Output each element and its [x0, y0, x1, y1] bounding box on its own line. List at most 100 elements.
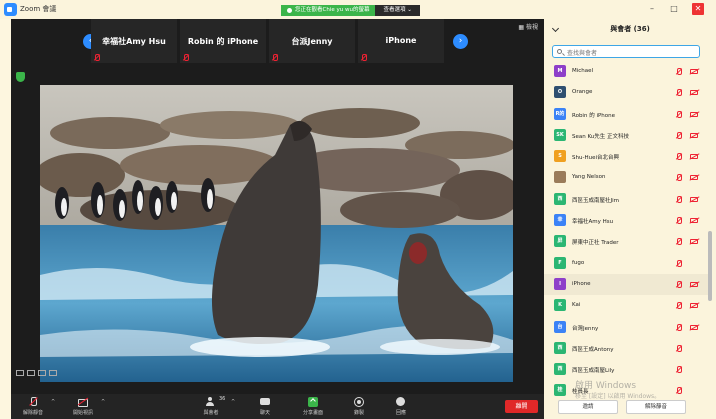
scroll-thumb[interactable]	[708, 231, 712, 301]
caret-up-icon[interactable]: ^	[51, 399, 55, 405]
participant-name: 台灣Jenny	[572, 325, 599, 332]
leave-meeting-button[interactable]: 離開	[505, 400, 538, 413]
filmstrip-tile-name: 幸福社Amy Hsu	[102, 37, 166, 46]
mic-muted-icon	[676, 238, 682, 246]
undo-icon[interactable]	[16, 370, 24, 376]
video-off-icon	[690, 324, 698, 330]
chat-label: 聊天	[259, 410, 270, 416]
participant-row[interactable]: M Michael	[544, 61, 708, 82]
next-page-icon[interactable]: ›	[453, 34, 468, 49]
caret-up-icon[interactable]: ^	[101, 399, 105, 405]
shield-icon[interactable]	[16, 72, 25, 82]
invite-button[interactable]: 邀請	[558, 400, 618, 414]
participant-list-scrollbar[interactable]	[708, 61, 712, 381]
participant-name: fugo	[572, 259, 585, 266]
participant-row[interactable]: 幸幸福社Amy Hsu	[544, 210, 708, 231]
filmstrip-tile[interactable]: 台派Jenny	[269, 19, 355, 63]
participant-name: Shu-Huei台北台興	[572, 155, 619, 162]
avatar: 西	[554, 363, 566, 376]
minimize-icon[interactable]: –	[646, 3, 658, 15]
participant-row[interactable]: 西西區王成Antony	[544, 338, 708, 359]
avatar: M	[554, 65, 566, 77]
avatar: K	[554, 299, 566, 312]
window-title: Zoom 會議	[20, 5, 57, 13]
mic-muted-icon	[676, 366, 682, 374]
participant-name: 幸福社Amy Hsu	[572, 219, 614, 226]
unmute-label: 解除靜音	[22, 410, 43, 416]
view-options-button[interactable]: 查看選項 ⌄	[375, 5, 420, 16]
filmstrip-tile-name: Robin 的 iPhone	[187, 37, 259, 46]
gallery-view-button[interactable]: ▦ 檢視	[518, 22, 538, 31]
pen-icon[interactable]	[27, 370, 35, 376]
start-video-button[interactable]: 開始視訊	[65, 396, 101, 418]
panel-header: 與會者 (36)	[544, 19, 716, 41]
mic-muted-icon	[28, 397, 38, 407]
caret-up-icon[interactable]: ^	[231, 399, 235, 405]
reactions-icon	[396, 397, 406, 407]
participant-row[interactable]: 台台灣Jenny	[544, 317, 708, 338]
reactions-label: 回應	[395, 410, 406, 416]
seals-photo	[40, 85, 513, 382]
participant-row[interactable]: 西西區玉成南屋社Jim	[544, 189, 708, 210]
participant-name: 西區玉成南屋Lily	[572, 368, 615, 375]
participant-row[interactable]: R的 Robin 的 iPhone	[544, 104, 708, 125]
participant-row[interactable]: Ffugo	[544, 253, 708, 274]
mic-muted-icon	[676, 131, 682, 139]
reactions-button[interactable]: 回應	[383, 396, 419, 418]
participant-row[interactable]: O Orange	[544, 82, 708, 103]
avatar: I	[554, 277, 566, 290]
mic-muted-icon	[676, 68, 682, 75]
zoom-app: Zoom 會議 您正在觀看Chie yu wu的螢幕 查看選項 ⌄ – □ ✕ …	[0, 0, 716, 419]
share-screen-label: 分享畫面	[302, 410, 323, 416]
participant-name: iPhone	[572, 280, 591, 287]
mic-muted-icon	[676, 89, 682, 97]
mic-muted-icon	[361, 54, 367, 61]
participants-button[interactable]: 36 與會者	[193, 396, 229, 418]
participants-icon	[206, 397, 216, 407]
video-off-icon	[690, 281, 698, 287]
arrow-icon[interactable]	[49, 370, 57, 376]
video-off-icon	[690, 239, 698, 245]
mic-muted-icon	[676, 195, 682, 203]
search-icon	[557, 49, 562, 54]
avatar: 台	[554, 320, 566, 333]
participant-search-input[interactable]: 查找與會者	[552, 45, 700, 58]
avatar: SK	[554, 128, 566, 141]
filmstrip-tile[interactable]: 幸福社Amy Hsu	[91, 19, 177, 63]
record-button[interactable]: 錄製	[341, 396, 377, 418]
video-off-icon	[690, 154, 698, 160]
share-screen-button[interactable]: 分享畫面	[295, 396, 331, 418]
filmstrip-tile[interactable]: iPhone	[358, 19, 444, 63]
participant-name: Sean Ku先生 正文科技	[572, 133, 630, 140]
filmstrip-tile-name: iPhone	[385, 36, 417, 45]
chat-button[interactable]: 聊天	[247, 396, 283, 418]
mic-muted-icon	[94, 54, 100, 61]
participant-row[interactable]: 屏屏東中正社 Trader	[544, 231, 708, 252]
video-off-icon	[690, 132, 698, 138]
mic-muted-icon	[676, 344, 682, 352]
avatar: F	[554, 256, 566, 269]
unmute-button[interactable]: 解除靜音	[15, 396, 51, 418]
mic-muted-icon	[676, 259, 682, 267]
title-bar: Zoom 會議 您正在觀看Chie yu wu的螢幕 查看選項 ⌄ – □ ✕	[0, 0, 716, 19]
search-placeholder: 查找與會者	[567, 50, 598, 57]
video-off-icon	[690, 69, 698, 74]
close-window-icon[interactable]: ✕	[692, 3, 704, 15]
panel-title: 與會者 (36)	[610, 25, 650, 33]
mic-muted-icon	[676, 153, 682, 161]
comment-icon[interactable]	[38, 370, 46, 376]
video-off-icon	[78, 397, 88, 407]
mic-muted-icon	[272, 54, 278, 61]
participant-name: 西區玉成南屋社Jim	[572, 197, 620, 204]
participant-row[interactable]: S Shu-Huei台北台興	[544, 146, 708, 167]
participant-row[interactable]: SK Sean Ku先生 正文科技	[544, 125, 708, 146]
mic-muted-icon	[676, 174, 682, 182]
filmstrip-tile[interactable]: Robin 的 iPhone	[180, 19, 266, 63]
participant-row[interactable]: K Kai	[544, 295, 708, 316]
video-stage: ‹ 幸福社Amy Hsu Robin 的 iPhone 台派Jenny iPho…	[11, 19, 544, 394]
participant-row[interactable]: Yang Nelson	[544, 167, 708, 188]
maximize-icon[interactable]: □	[668, 3, 680, 15]
filmstrip: 幸福社Amy Hsu Robin 的 iPhone 台派Jenny iPhone	[91, 19, 461, 63]
participant-row[interactable]: IiPhone	[544, 273, 708, 296]
unmute-all-button[interactable]: 解除靜音	[626, 400, 686, 414]
